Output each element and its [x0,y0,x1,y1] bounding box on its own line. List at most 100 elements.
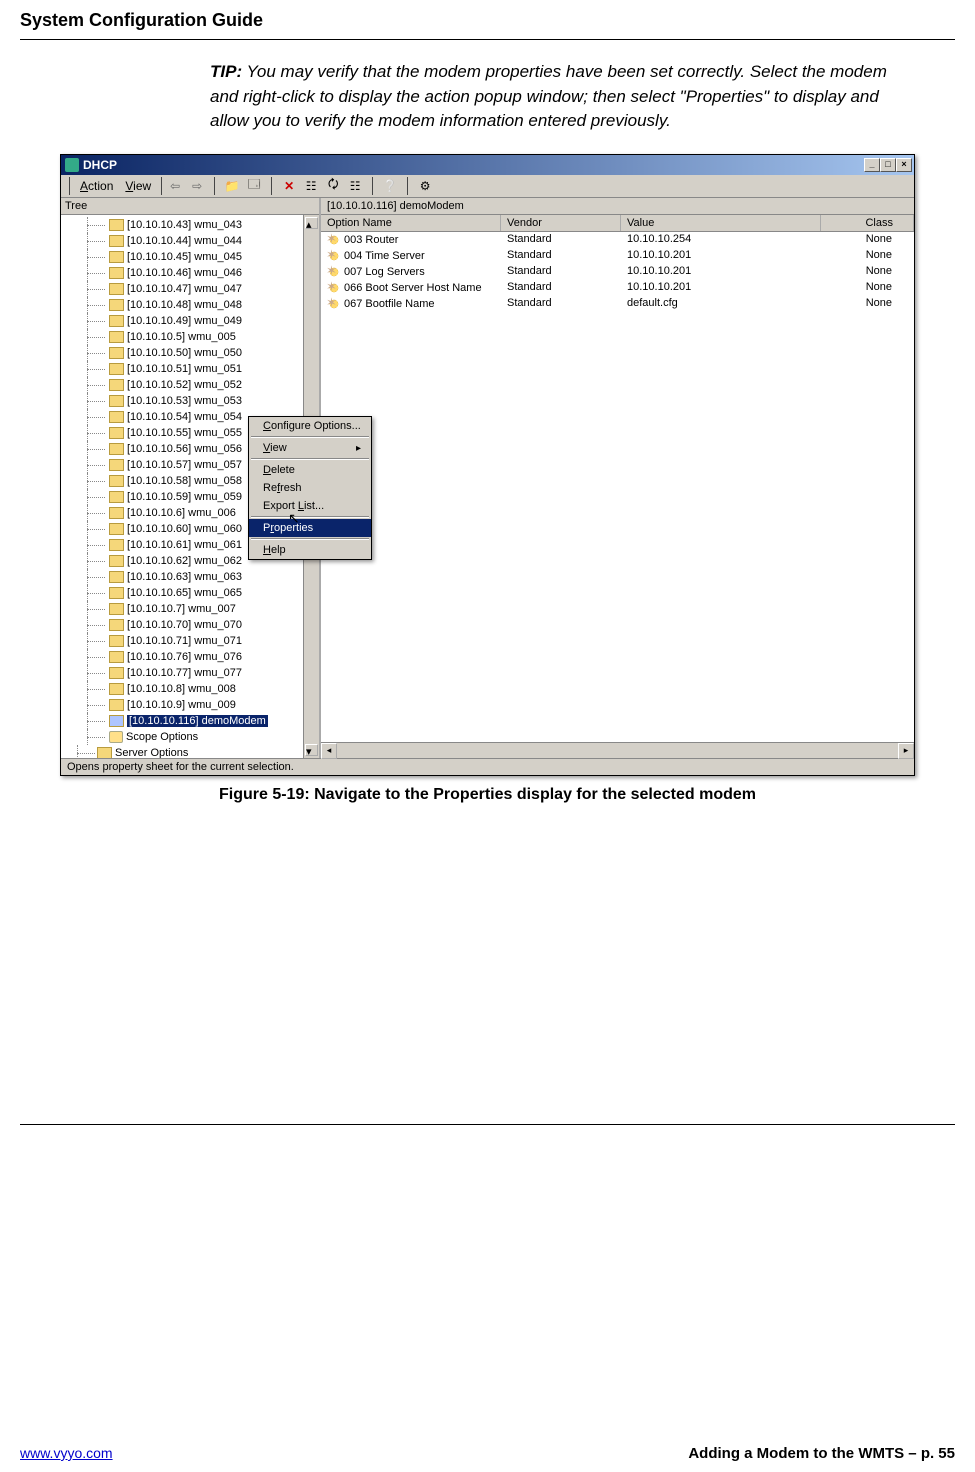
minimize-button[interactable]: _ [864,158,880,172]
details-hscroll[interactable]: ◂ ▸ [321,742,914,758]
tree-item[interactable]: [10.10.10.43] wmu_043 [69,217,319,233]
forward-icon[interactable]: ⇨ [188,177,206,195]
option-vendor: Standard [501,233,621,247]
menu-separator [251,538,369,540]
tree-item[interactable]: [10.10.10.65] wmu_065 [69,585,319,601]
hscroll-right-icon[interactable]: ▸ [898,743,914,759]
menu-refresh[interactable]: Refresh [249,479,371,497]
option-row[interactable]: 004 Time ServerStandard10.10.10.201None [321,248,914,264]
tree-server-options[interactable]: Server Options [69,745,319,758]
tree-item-label: [10.10.10.6] wmu_006 [127,507,236,519]
reservation-icon [109,411,124,423]
col-option-name[interactable]: Option Name [321,215,501,231]
tree-item[interactable]: [10.10.10.53] wmu_053 [69,393,319,409]
tree-item[interactable]: [10.10.10.77] wmu_077 [69,665,319,681]
delete-icon[interactable]: ✕ [280,177,298,195]
menu-separator [251,436,369,438]
option-value: 10.10.10.254 [621,233,821,247]
tree-item[interactable]: [10.10.10.45] wmu_045 [69,249,319,265]
tree-item[interactable]: [10.10.10.47] wmu_047 [69,281,319,297]
tree-item[interactable]: [10.10.10.7] wmu_007 [69,601,319,617]
tree-item-label: [10.10.10.71] wmu_071 [127,635,242,647]
tree-item-selected[interactable]: [10.10.10.116] demoModem [69,713,319,729]
scroll-down-icon[interactable]: ▾ [305,744,318,756]
menu-separator [251,516,369,518]
tree-item[interactable]: [10.10.10.63] wmu_063 [69,569,319,585]
tree-item[interactable]: [10.10.10.50] wmu_050 [69,345,319,361]
option-class: None [821,281,914,295]
reservation-icon [109,315,124,327]
tree-item[interactable]: [10.10.10.51] wmu_051 [69,361,319,377]
details-header: [10.10.10.116] demoModem [321,198,914,215]
tree-item-label: Scope Options [126,731,198,743]
back-icon[interactable]: ⇦ [166,177,184,195]
content-area: Tree [10.10.10.43] wmu_043[10.10.10.44] … [61,198,914,758]
tree-item-label: [10.10.10.60] wmu_060 [127,523,242,535]
menu-properties[interactable]: Properties [249,519,371,537]
tree-item[interactable]: [10.10.10.46] wmu_046 [69,265,319,281]
menu-delete[interactable]: Delete [249,461,371,479]
menu-view[interactable]: View [119,178,157,194]
reservation-icon [109,427,124,439]
reservation-icon [109,363,124,375]
option-name: 003 Router [344,234,398,246]
tree-item-label: [10.10.10.44] wmu_044 [127,235,242,247]
option-row[interactable]: 067 Bootfile NameStandarddefault.cfgNone [321,296,914,312]
menu-help[interactable]: Help [249,541,371,559]
menu-configure-options[interactable]: Configure Options... [249,417,371,435]
tree-item-label: [10.10.10.63] wmu_063 [127,571,242,583]
reservation-icon [109,443,124,455]
maximize-button[interactable]: □ [880,158,896,172]
tree-item[interactable]: [10.10.10.49] wmu_049 [69,313,319,329]
refresh-icon[interactable]: 🗘 [324,177,342,195]
footer-rule [20,1124,955,1125]
option-row[interactable]: 066 Boot Server Host NameStandard10.10.1… [321,280,914,296]
tree-item[interactable]: [10.10.10.48] wmu_048 [69,297,319,313]
tree-item[interactable]: [10.10.10.5] wmu_005 [69,329,319,345]
reservation-icon [109,491,124,503]
show-icon[interactable]: 🗔 [245,177,263,195]
col-vendor[interactable]: Vendor [501,215,621,231]
option-row[interactable]: 007 Log ServersStandard10.10.10.201None [321,264,914,280]
menu-export-list[interactable]: Export List... [249,497,371,515]
window-title: DHCP [83,158,117,172]
tree-item-label: [10.10.10.55] wmu_055 [127,427,242,439]
tree-item-label: [10.10.10.70] wmu_070 [127,619,242,631]
reservation-icon [109,283,124,295]
dhcp-window: DHCP _ □ × Action View ⇦ ⇨ 📁 🗔 ✕ ☷ 🗘 ☷ ❔… [60,154,915,776]
col-class[interactable]: Class [821,215,914,231]
option-icon [327,249,341,263]
up-icon[interactable]: 📁 [223,177,241,195]
close-button[interactable]: × [896,158,912,172]
tree-scope-options[interactable]: Scope Options [69,729,319,745]
tree-item[interactable]: [10.10.10.52] wmu_052 [69,377,319,393]
tree-item[interactable]: [10.10.10.76] wmu_076 [69,649,319,665]
col-value[interactable]: Value [621,215,821,231]
menu-view-item[interactable]: View [249,439,371,457]
tree-item-label: [10.10.10.43] wmu_043 [127,219,242,231]
titlebar[interactable]: DHCP _ □ × [61,155,914,175]
scope-options-icon [109,731,123,743]
tip-text: You may verify that the modem properties… [210,62,887,130]
option-class: None [821,249,914,263]
tree-item[interactable]: [10.10.10.44] wmu_044 [69,233,319,249]
tool-icon-3[interactable]: ⚙ [416,177,434,195]
column-headers[interactable]: Option Name Vendor Value Class [321,215,914,232]
tree-item[interactable]: [10.10.10.8] wmu_008 [69,681,319,697]
tree-item[interactable]: [10.10.10.9] wmu_009 [69,697,319,713]
page-footer: www.vyyo.com Adding a Modem to the WMTS … [0,1445,975,1472]
tool-icon-1[interactable]: ☷ [302,177,320,195]
help-icon[interactable]: ❔ [381,177,399,195]
option-row[interactable]: 003 RouterStandard10.10.10.254None [321,232,914,248]
tree-item[interactable]: [10.10.10.70] wmu_070 [69,617,319,633]
menu-action[interactable]: Action [74,178,119,194]
tree-item-label: [10.10.10.50] wmu_050 [127,347,242,359]
option-name: 007 Log Servers [344,266,425,278]
tool-icon-2[interactable]: ☷ [346,177,364,195]
footer-link[interactable]: www.vyyo.com [20,1445,113,1462]
tree-item-label: [10.10.10.65] wmu_065 [127,587,242,599]
hscroll-left-icon[interactable]: ◂ [321,743,337,759]
tree-item[interactable]: [10.10.10.71] wmu_071 [69,633,319,649]
tree-item-label: [10.10.10.47] wmu_047 [127,283,242,295]
scroll-up-icon[interactable]: ▴ [305,217,318,229]
